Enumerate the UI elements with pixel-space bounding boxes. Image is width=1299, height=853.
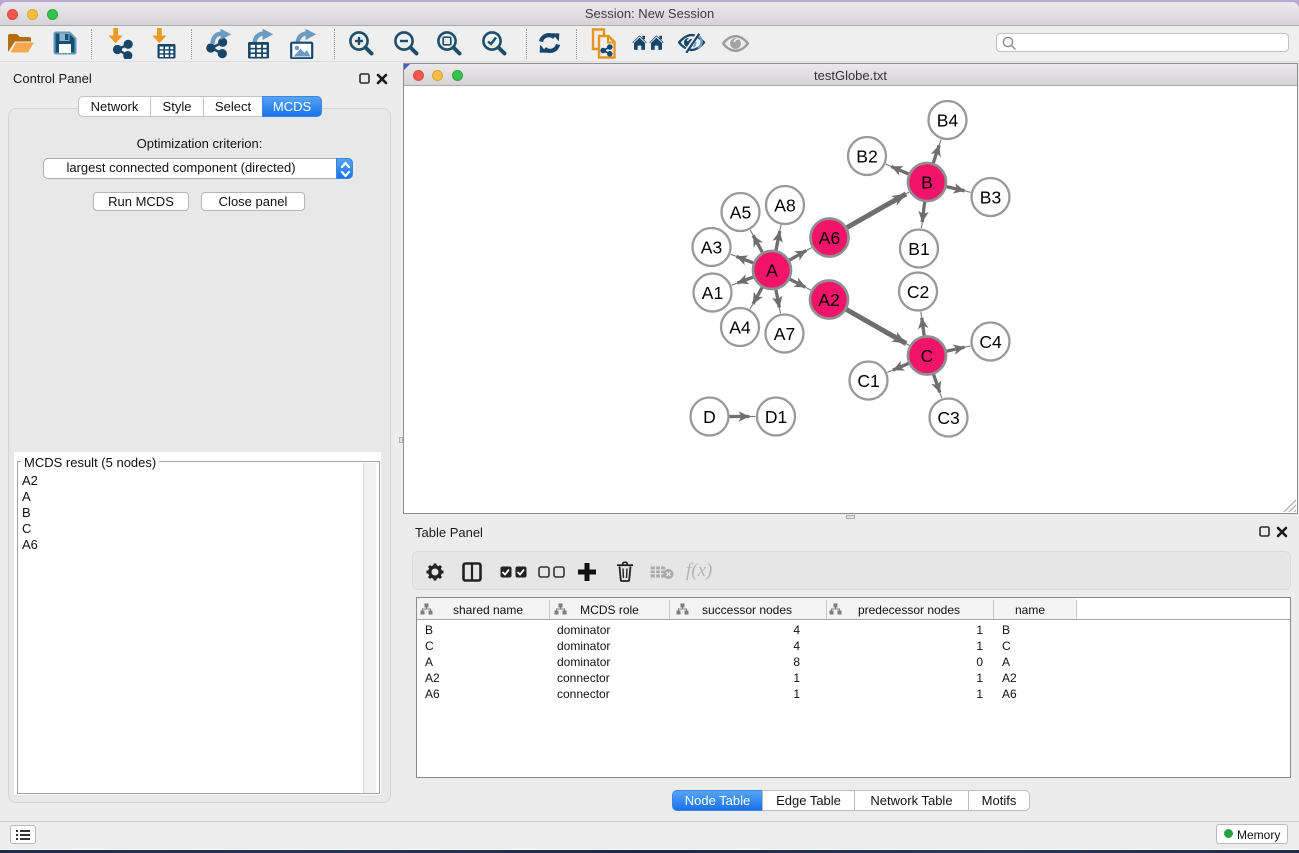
svg-text:A: A (766, 261, 778, 281)
svg-text:C1: C1 (857, 371, 879, 391)
svg-text:C2: C2 (907, 282, 929, 302)
svg-text:A1: A1 (702, 283, 723, 303)
svg-text:B3: B3 (980, 188, 1001, 208)
svg-text:B2: B2 (856, 147, 877, 167)
svg-text:B4: B4 (937, 111, 959, 131)
svg-text:A5: A5 (730, 203, 751, 223)
svg-text:B: B (921, 173, 933, 193)
svg-text:C4: C4 (979, 332, 1002, 352)
svg-text:C3: C3 (937, 408, 959, 428)
svg-text:D1: D1 (765, 407, 787, 427)
svg-text:A3: A3 (701, 238, 722, 258)
svg-text:D: D (703, 407, 716, 427)
svg-text:A8: A8 (774, 196, 795, 216)
svg-text:A2: A2 (818, 290, 839, 310)
svg-text:A6: A6 (819, 228, 840, 248)
svg-text:A7: A7 (774, 324, 795, 344)
svg-text:C: C (921, 346, 934, 366)
svg-text:B1: B1 (908, 239, 929, 259)
svg-text:A4: A4 (729, 318, 751, 338)
